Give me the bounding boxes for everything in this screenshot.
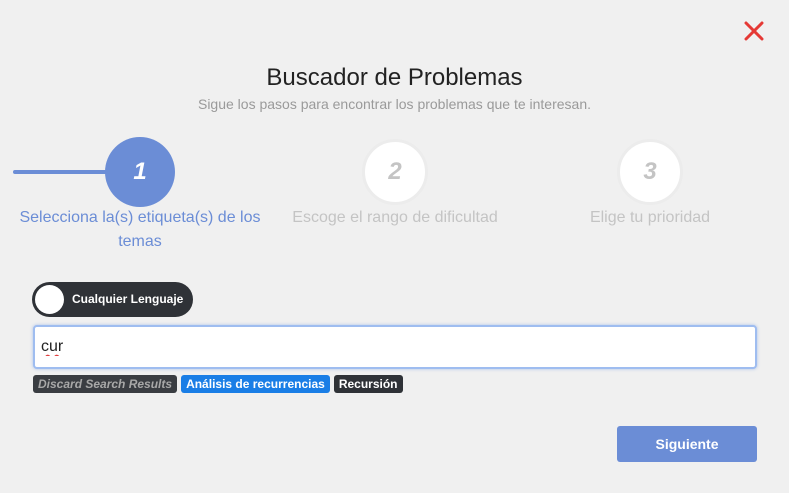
step-3-circle[interactable]: 3 (617, 139, 683, 205)
language-toggle[interactable]: Cualquier Lenguaje (32, 282, 193, 317)
step-1-circle[interactable]: 1 (105, 137, 175, 207)
close-icon (744, 21, 764, 41)
close-button[interactable] (742, 19, 766, 43)
step-1-label: Selecciona la(s) etiqueta(s) de los tema… (19, 209, 261, 250)
tag-list: Discard Search Results Análisis de recur… (33, 375, 403, 393)
toggle-knob (35, 285, 64, 314)
tag-analisis-recurrencias[interactable]: Análisis de recurrencias (181, 375, 330, 393)
next-button[interactable]: Siguiente (617, 426, 757, 462)
step-2-circle[interactable]: 2 (362, 139, 428, 205)
tag-recursion[interactable]: Recursión (333, 375, 403, 393)
page-subtitle: Sigue los pasos para encontrar los probl… (197, 96, 591, 112)
page-title: Buscador de Problemas (266, 64, 523, 91)
search-input[interactable] (33, 325, 757, 369)
language-toggle-label: Cualquier Lenguaje (72, 292, 184, 306)
step-3-label: Elige tu prioridad (589, 209, 711, 226)
progress-line (13, 170, 115, 174)
discard-search-results-tag[interactable]: Discard Search Results (33, 375, 178, 393)
step-2-label: Escoge el rango de dificultad (292, 209, 498, 226)
